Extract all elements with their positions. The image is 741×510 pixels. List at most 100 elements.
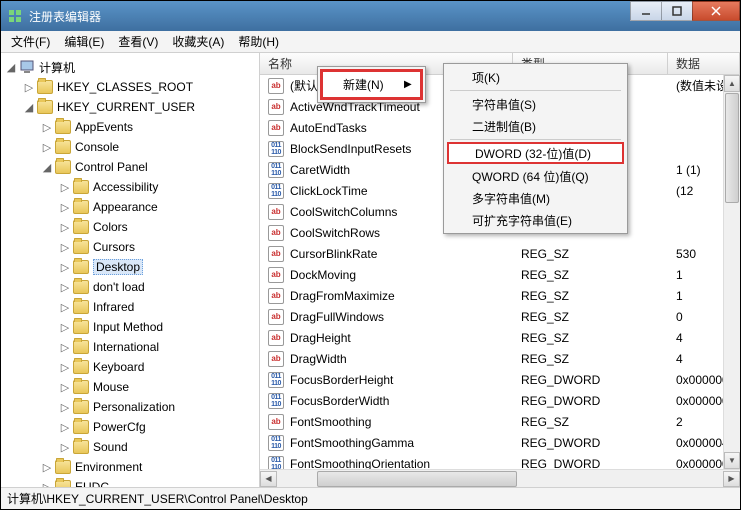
menu-item[interactable]: 字符串值(S) [446,93,625,115]
table-row[interactable]: 011110FontSmoothingOrientationREG_DWORD0… [260,453,740,469]
tree-item[interactable]: PowerCfg [93,420,146,434]
tree-item[interactable]: don't load [93,280,145,294]
menu-edit[interactable]: 编辑(E) [58,31,110,52]
expand-icon[interactable]: ▷ [59,221,71,234]
folder-icon [55,160,71,174]
expand-icon[interactable]: ▷ [59,401,71,414]
tree-item[interactable]: Cursors [93,240,135,254]
folder-icon [55,480,71,487]
scroll-left-button[interactable]: ◀ [260,471,277,487]
value-name: DragFullWindows [290,310,384,324]
tree-item[interactable]: Input Method [93,320,163,334]
expand-icon[interactable]: ▷ [41,481,53,488]
table-row[interactable]: abDragWidthREG_SZ4 [260,348,740,369]
expand-icon[interactable]: ▷ [59,201,71,214]
expand-icon[interactable]: ▷ [59,301,71,314]
tree-hkcr[interactable]: HKEY_CLASSES_ROOT [57,80,193,94]
table-row[interactable]: abDragFullWindowsREG_SZ0 [260,306,740,327]
expand-icon[interactable]: ▷ [59,421,71,434]
expand-icon[interactable]: ▷ [59,361,71,374]
menu-item[interactable]: 二进制值(B) [446,115,625,137]
expand-icon[interactable]: ▷ [59,241,71,254]
title-bar: 注册表编辑器 [1,1,740,31]
binary-value-icon: 011110 [268,183,284,199]
tree-item[interactable]: Console [75,140,119,154]
folder-icon [73,420,89,434]
value-name: DragHeight [290,331,351,345]
table-row[interactable]: abFontSmoothingREG_SZ2 [260,411,740,432]
scroll-thumb[interactable] [317,471,517,487]
expand-icon[interactable]: ▷ [59,281,71,294]
horizontal-scrollbar[interactable]: ◀ ▶ [260,469,740,487]
expand-icon[interactable]: ▷ [59,381,71,394]
tree-item[interactable]: Control Panel [75,160,148,174]
tree-item[interactable]: Infrared [93,300,134,314]
table-row[interactable]: 011110FontSmoothingGammaREG_DWORD0x00000… [260,432,740,453]
expand-icon[interactable]: ▷ [23,81,35,94]
string-value-icon: ab [268,288,284,304]
tree-item[interactable]: Mouse [93,380,129,394]
expand-icon[interactable]: ▷ [41,461,53,474]
tree-item[interactable]: AppEvents [75,120,133,134]
status-bar: 计算机\HKEY_CURRENT_USER\Control Panel\Desk… [1,487,740,509]
menu-help[interactable]: 帮助(H) [232,31,285,52]
scroll-right-button[interactable]: ▶ [723,471,740,487]
value-type: REG_SZ [513,415,668,429]
close-button[interactable] [692,1,740,21]
tree-hkcu[interactable]: HKEY_CURRENT_USER [57,100,195,114]
expand-icon[interactable]: ▷ [59,261,71,274]
expand-icon[interactable]: ▷ [41,141,53,154]
scroll-up-button[interactable]: ▲ [724,75,740,92]
maximize-button[interactable] [661,1,693,21]
tree-item[interactable]: Desktop [93,259,143,275]
menu-view[interactable]: 查看(V) [112,31,164,52]
tree-item[interactable]: Keyboard [93,360,144,374]
folder-icon [37,100,53,114]
value-name: FontSmoothingOrientation [290,457,430,470]
table-row[interactable]: abCursorBlinkRateREG_SZ530 [260,243,740,264]
tree-item[interactable]: International [93,340,159,354]
menu-file[interactable]: 文件(F) [5,31,56,52]
folder-icon [73,240,89,254]
menu-item[interactable]: 项(K) [446,66,625,88]
col-data[interactable]: 数据 [668,53,740,74]
folder-icon [55,120,71,134]
menu-item[interactable]: 可扩充字符串值(E) [446,209,625,231]
tree-env[interactable]: Environment [75,460,142,474]
table-row[interactable]: abDockMovingREG_SZ1 [260,264,740,285]
tree-item[interactable]: Sound [93,440,128,454]
table-row[interactable]: abDragHeightREG_SZ4 [260,327,740,348]
folder-icon [73,220,89,234]
tree-item[interactable]: Accessibility [93,180,158,194]
scroll-down-button[interactable]: ▼ [724,452,740,469]
collapse-icon[interactable]: ◢ [41,161,53,174]
table-row[interactable]: abDragFromMaximizeREG_SZ1 [260,285,740,306]
tree-view[interactable]: ◢ 计算机 ▷ HKEY_CLASSES_ROOT ◢ HKEY_CURRENT… [1,53,260,487]
expand-icon[interactable]: ▷ [59,441,71,454]
value-type: REG_DWORD [513,457,668,470]
folder-icon [55,140,71,154]
tree-eudc[interactable]: EUDC [75,480,109,487]
vertical-scrollbar[interactable]: ▲ ▼ [723,75,740,469]
menu-item[interactable]: DWORD (32-位)值(D) [447,142,624,164]
tree-item[interactable]: Colors [93,220,128,234]
collapse-icon[interactable]: ◢ [5,61,17,74]
minimize-button[interactable] [630,1,662,21]
submenu-arrow-icon: ▶ [404,79,412,90]
expand-icon[interactable]: ▷ [41,121,53,134]
scroll-thumb[interactable] [725,93,739,203]
menu-favorites[interactable]: 收藏夹(A) [166,31,230,52]
string-value-icon: ab [268,204,284,220]
table-row[interactable]: 011110FocusBorderHeightREG_DWORD0x000000… [260,369,740,390]
tree-item[interactable]: Appearance [93,200,158,214]
tree-root[interactable]: 计算机 [39,59,75,76]
menu-item[interactable]: QWORD (64 位)值(Q) [446,165,625,187]
tree-item[interactable]: Personalization [93,400,175,414]
expand-icon[interactable]: ▷ [59,341,71,354]
expand-icon[interactable]: ▷ [59,321,71,334]
menu-new[interactable]: 新建(N) ▶ [320,69,423,100]
expand-icon[interactable]: ▷ [59,181,71,194]
collapse-icon[interactable]: ◢ [23,101,35,114]
menu-item[interactable]: 多字符串值(M) [446,187,625,209]
table-row[interactable]: 011110FocusBorderWidthREG_DWORD0x0000000… [260,390,740,411]
